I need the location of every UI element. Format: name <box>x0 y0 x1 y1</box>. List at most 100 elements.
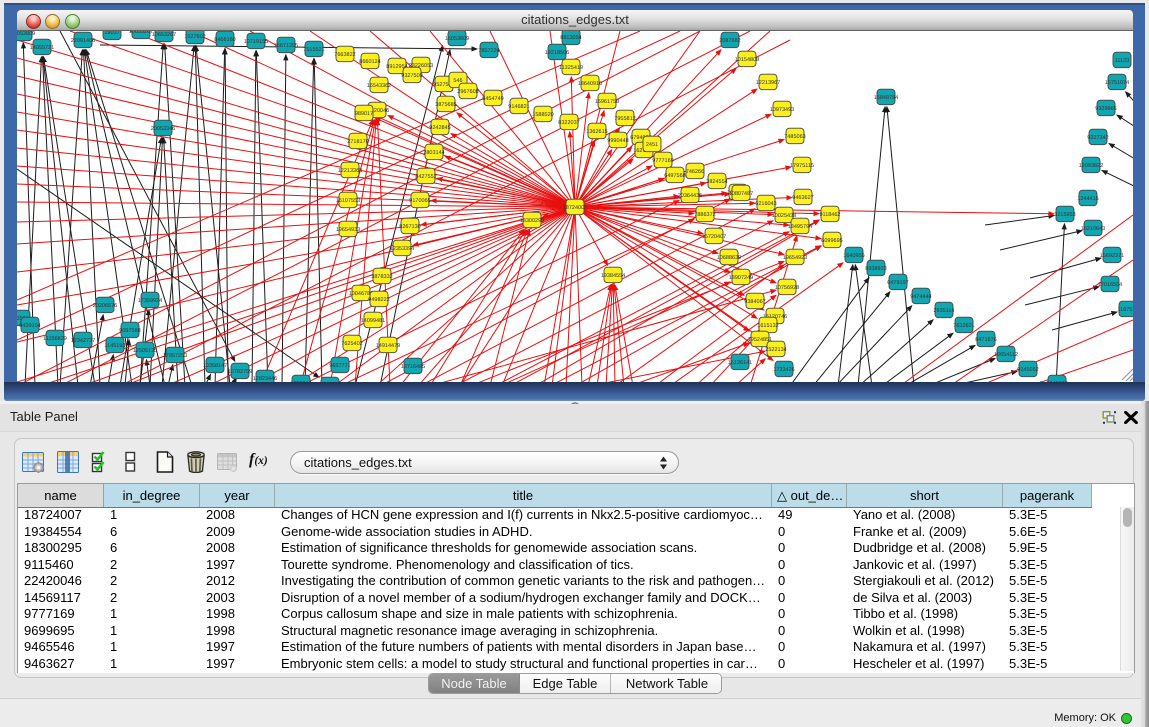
svg-text:9990448: 9990448 <box>607 138 628 144</box>
svg-text:9384067: 9384067 <box>744 299 765 305</box>
svg-text:9242845: 9242845 <box>429 125 450 131</box>
svg-text:19654923: 19654923 <box>783 255 807 261</box>
svg-text:10653267: 10653267 <box>129 31 153 35</box>
svg-text:8938923: 8938923 <box>865 266 886 272</box>
svg-text:2967608: 2967608 <box>457 89 478 95</box>
svg-text:9146821: 9146821 <box>508 104 529 110</box>
svg-text:10653267: 10653267 <box>152 32 176 38</box>
svg-text:13716485: 13716485 <box>401 364 425 370</box>
svg-text:8427552: 8427552 <box>415 174 436 180</box>
svg-text:2522134: 2522134 <box>765 347 786 353</box>
svg-text:2451: 2451 <box>646 142 658 148</box>
svg-text:8813054: 8813054 <box>560 35 581 41</box>
svg-text:17957253: 17957253 <box>163 353 187 359</box>
svg-text:9463627: 9463627 <box>792 195 813 201</box>
svg-text:10025438: 10025438 <box>772 213 796 219</box>
svg-text:1145193: 1145193 <box>104 343 125 349</box>
svg-text:9327509: 9327509 <box>401 73 422 79</box>
svg-text:3878332: 3878332 <box>371 274 392 280</box>
svg-text:22091406: 22091406 <box>71 38 95 44</box>
svg-text:8322037: 8322037 <box>558 120 579 126</box>
svg-text:10973493: 10973493 <box>770 107 794 113</box>
svg-text:2803144: 2803144 <box>423 150 444 156</box>
svg-text:8267130: 8267130 <box>399 224 420 230</box>
svg-text:9777169: 9777169 <box>652 158 673 164</box>
svg-text:16107553: 16107553 <box>336 198 360 204</box>
svg-text:10756928: 10756928 <box>775 285 799 291</box>
svg-text:3215953: 3215953 <box>1054 212 1075 218</box>
svg-text:8454749: 8454749 <box>482 96 503 102</box>
svg-text:10688639: 10688639 <box>717 255 741 261</box>
svg-text:6099695: 6099695 <box>821 238 842 244</box>
svg-text:989017: 989017 <box>355 111 373 117</box>
svg-text:20053346: 20053346 <box>151 126 175 132</box>
svg-text:12505135: 12505135 <box>133 348 157 354</box>
svg-text:9329965: 9329965 <box>1095 106 1116 112</box>
svg-text:15751074: 15751074 <box>1105 80 1129 86</box>
svg-text:16053809: 16053809 <box>445 36 469 42</box>
svg-text:8660124: 8660124 <box>359 59 380 65</box>
svg-text:19037: 19037 <box>104 31 119 36</box>
svg-text:1362615: 1362615 <box>586 129 607 135</box>
svg-text:10807487: 10807487 <box>729 191 753 197</box>
svg-text:10719155: 10719155 <box>244 39 268 45</box>
svg-text:15692371: 15692371 <box>1100 253 1124 259</box>
svg-text:15136141: 15136141 <box>728 360 752 366</box>
svg-text:16961758: 16961758 <box>595 99 619 105</box>
svg-text:9498222: 9498222 <box>368 297 389 303</box>
svg-text:9097588: 9097588 <box>119 328 140 334</box>
svg-text:20364436: 20364436 <box>678 193 702 199</box>
svg-text:19384554: 19384554 <box>601 273 625 279</box>
svg-text:6479197: 6479197 <box>887 280 908 286</box>
svg-text:10782759: 10782759 <box>228 369 252 375</box>
svg-text:12093822: 12093822 <box>1079 163 1103 169</box>
svg-text:12823446: 12823446 <box>253 376 277 382</box>
svg-text:2935114: 2935114 <box>933 308 954 314</box>
svg-text:16543362: 16543362 <box>367 83 391 89</box>
svg-text:6497568: 6497568 <box>664 173 685 179</box>
svg-text:7625402: 7625402 <box>341 341 362 347</box>
svg-text:16848784: 16848784 <box>874 95 898 101</box>
svg-text:7886372: 7886372 <box>694 212 715 218</box>
svg-text:18907249: 18907249 <box>729 275 753 281</box>
svg-text:12342737: 12342737 <box>71 338 95 344</box>
svg-text:19218506: 19218506 <box>545 50 569 56</box>
svg-text:12213363: 12213363 <box>338 168 362 174</box>
svg-text:18640910: 18640910 <box>578 81 602 87</box>
svg-text:18724007: 18724007 <box>563 205 587 211</box>
svg-text:9474444: 9474444 <box>910 294 931 300</box>
svg-text:7485063: 7485063 <box>784 134 805 140</box>
svg-text:16671355: 16671355 <box>274 43 298 49</box>
svg-text:9657771: 9657771 <box>329 363 350 369</box>
svg-text:17016504: 17016504 <box>1098 282 1122 288</box>
svg-text:3824554: 3824554 <box>706 179 727 185</box>
svg-text:1588520: 1588520 <box>532 112 553 118</box>
svg-text:17359924: 17359924 <box>138 298 162 304</box>
svg-text:14914479: 14914479 <box>376 343 400 349</box>
svg-text:7955812: 7955812 <box>614 116 635 122</box>
svg-text:11325419: 11325419 <box>559 65 583 71</box>
svg-text:15720407: 15720407 <box>702 234 726 240</box>
svg-text:9245052: 9245052 <box>1017 367 1038 373</box>
svg-text:2087682: 2087682 <box>719 38 740 44</box>
svg-text:9118462: 9118462 <box>819 212 840 218</box>
svg-text:11123: 11123 <box>1115 58 1129 64</box>
svg-text:3875685: 3875685 <box>435 102 456 108</box>
svg-text:19654933: 19654933 <box>336 227 360 233</box>
svg-text:9170065: 9170065 <box>409 198 430 204</box>
svg-text:17975115: 17975115 <box>790 163 814 169</box>
svg-text:10154808: 10154808 <box>735 57 759 63</box>
svg-text:9439154: 9439154 <box>19 323 40 329</box>
svg-text:12353394: 12353394 <box>390 246 414 252</box>
svg-text:7632621: 7632621 <box>953 323 974 329</box>
svg-text:1244415: 1244415 <box>1077 196 1098 202</box>
svg-text:6216043: 6216043 <box>755 201 776 207</box>
svg-text:1733426: 1733426 <box>773 367 794 373</box>
svg-text:18300295: 18300295 <box>520 218 544 224</box>
svg-text:14099481: 14099481 <box>361 318 385 324</box>
svg-text:14055721: 14055721 <box>30 45 54 51</box>
svg-text:2718170: 2718170 <box>347 139 368 145</box>
svg-text:18495794: 18495794 <box>788 224 812 230</box>
svg-text:1615132: 1615132 <box>757 323 778 329</box>
svg-text:8471676: 8471676 <box>975 337 996 343</box>
